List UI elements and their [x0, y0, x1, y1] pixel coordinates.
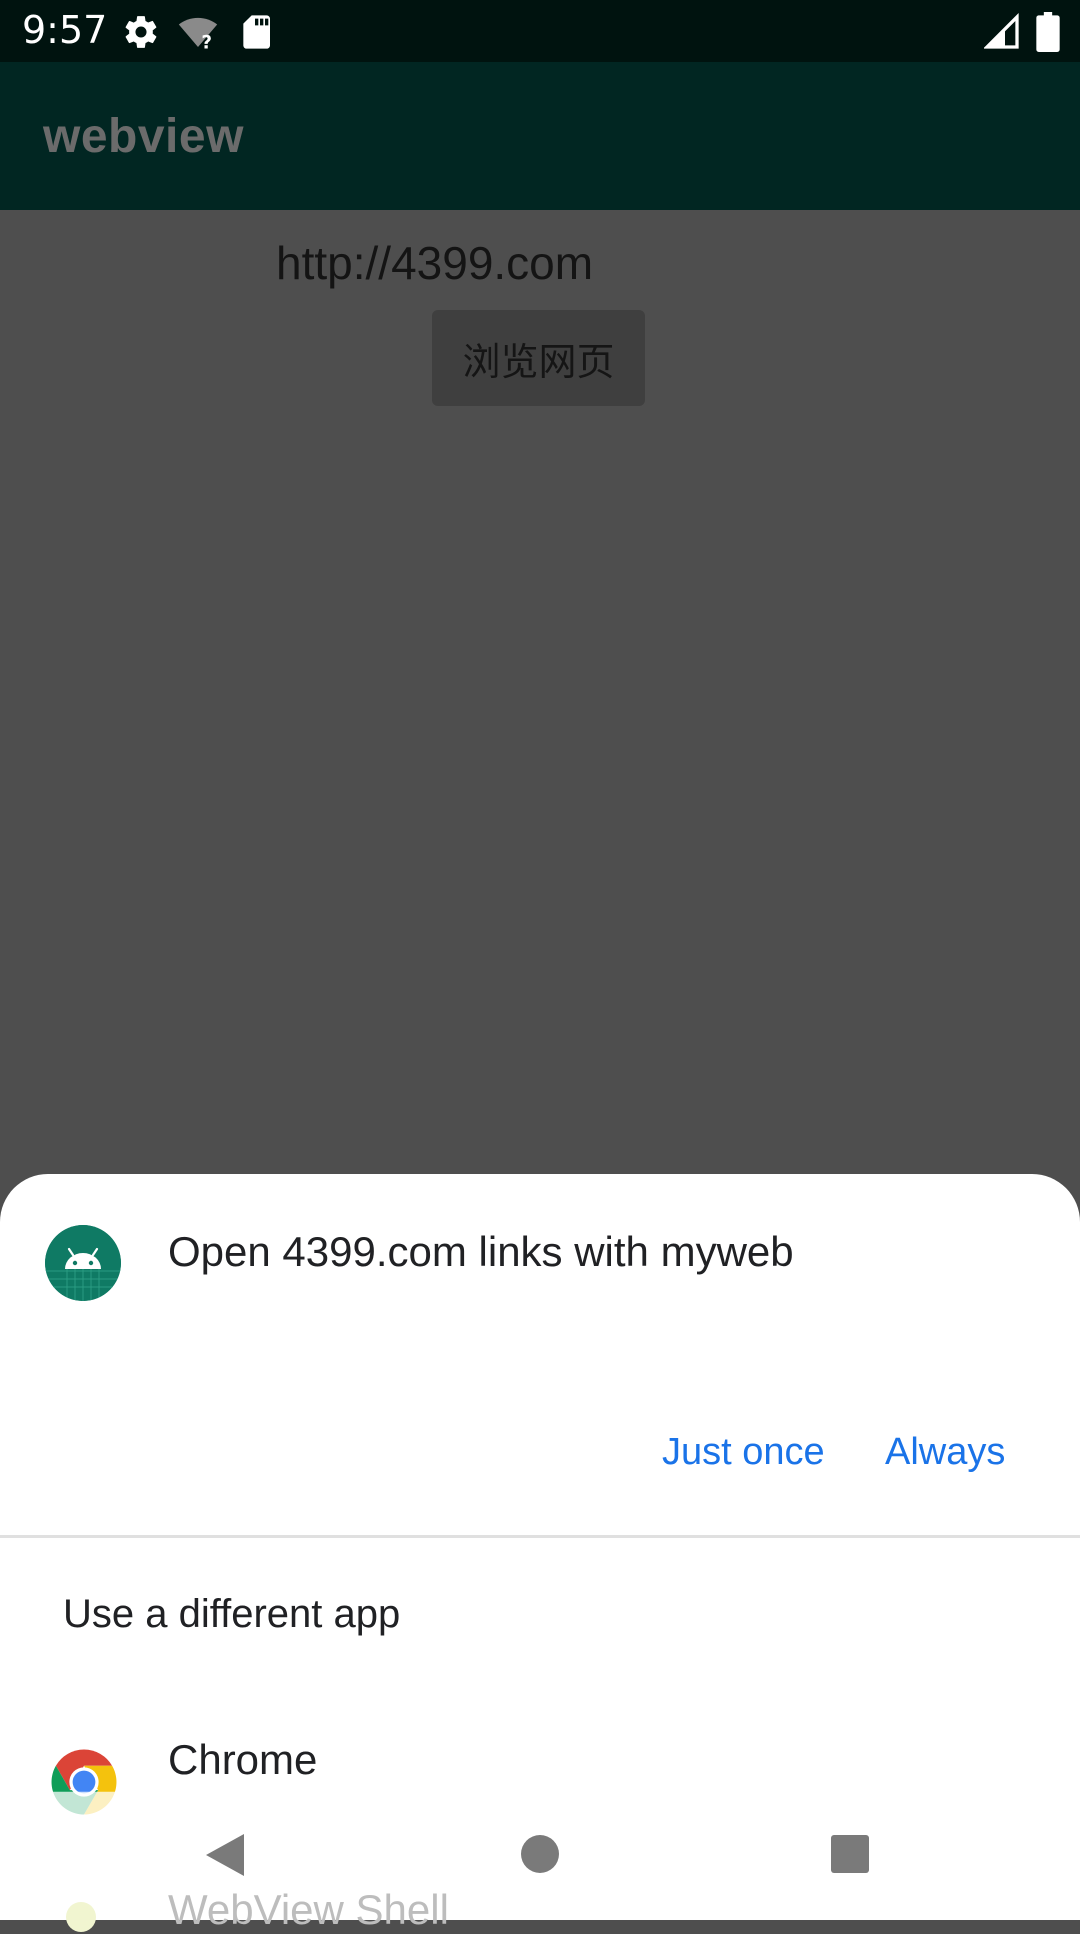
recents-icon[interactable]	[830, 1834, 870, 1874]
android-app-icon	[45, 1225, 121, 1301]
wifi-unknown-icon: ?	[178, 17, 218, 52]
open-links-title: Open 4399.com links with myweb	[168, 1228, 794, 1275]
browse-webpage-button[interactable]: 浏览网页	[432, 310, 645, 406]
sheet-divider	[0, 1535, 1080, 1538]
back-icon[interactable]	[204, 1832, 246, 1878]
cell-signal-icon	[984, 13, 1019, 49]
svg-text:?: ?	[201, 33, 212, 52]
just-once-button[interactable]: Just once	[662, 1431, 825, 1474]
chrome-label: Chrome	[168, 1736, 318, 1783]
navigation-bar	[0, 1810, 1080, 1920]
settings-gear-icon	[125, 16, 157, 48]
app-title: webview	[43, 110, 244, 163]
home-icon[interactable]	[520, 1834, 560, 1874]
use-different-app-heading: Use a different app	[63, 1592, 401, 1636]
app-bar: webview	[0, 62, 1080, 210]
status-time: 9:57	[22, 8, 108, 52]
sd-card-icon	[243, 15, 270, 49]
status-bar: 9:57 ?	[0, 0, 1080, 62]
url-text: http://4399.com	[276, 237, 594, 289]
battery-icon	[1036, 12, 1060, 52]
always-button[interactable]: Always	[885, 1431, 1005, 1474]
